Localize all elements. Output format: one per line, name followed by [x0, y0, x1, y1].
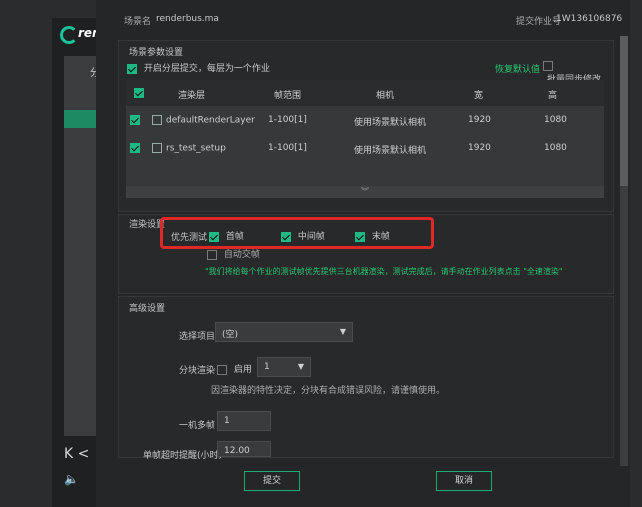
layer-submit-checkbox[interactable] — [127, 63, 137, 74]
chunk-enable-option[interactable]: 启用 — [217, 362, 252, 375]
app-logo: ren — [56, 22, 101, 44]
row-layer: defaultRenderLayer — [166, 115, 255, 126]
multi-frame-label: 一机多帧 — [179, 421, 216, 431]
job-id-label: 提交作业号 — [516, 17, 562, 27]
row-layer: rs_test_setup — [166, 143, 226, 154]
advanced-section: 高级设置 选择项目 (空) ▼ 分块渲染 启用 1 ▼ 因渲染器的特性决定，分块… — [118, 296, 614, 461]
auto-submit-label: 自动交帧 — [223, 250, 260, 260]
render-layer-icon — [152, 143, 162, 153]
table-row[interactable]: defaultRenderLayer 1-100[1] 使用场景默认相机 192… — [126, 106, 604, 134]
speaker-icon[interactable]: 🔈 — [64, 472, 79, 486]
advanced-title: 高级设置 — [129, 304, 166, 314]
render-layer-table: 渲染层 帧范围 相机 宽 高 defaultRenderLayer 1-100[… — [126, 80, 604, 198]
row-width: 1920 — [468, 115, 491, 125]
chunk-enable-label: 启用 — [233, 365, 252, 375]
row-camera: 使用场景默认相机 — [354, 118, 427, 128]
table-row[interactable]: rs_test_setup 1-100[1] 使用场景默认相机 1920 108… — [126, 134, 604, 162]
scene-params-title: 场景参数设置 — [129, 48, 184, 58]
restore-default-link[interactable]: 恢复默认值 — [495, 62, 540, 75]
render-layer-icon — [152, 115, 162, 125]
batch-sync-checkbox[interactable] — [543, 61, 553, 71]
logo-ring-icon — [60, 26, 78, 44]
select-all-checkbox[interactable] — [134, 88, 144, 98]
table-header: 渲染层 帧范围 相机 宽 高 — [126, 80, 604, 106]
playback-controls[interactable]: K < — [64, 446, 89, 462]
chunk-enable-checkbox[interactable] — [217, 364, 227, 375]
header-layer: 渲染层 — [178, 91, 206, 101]
row-checkbox[interactable] — [130, 143, 140, 153]
caret-down-icon: ▼ — [297, 362, 304, 371]
chevrons-down-icon[interactable]: ︾ — [126, 186, 604, 198]
highlight-box — [160, 217, 434, 249]
row-checkbox[interactable] — [130, 115, 140, 125]
multi-frame-value: 1 — [224, 416, 230, 426]
scene-name-value: renderbus.ma — [156, 14, 219, 24]
row-frames: 1-100[1] — [268, 115, 307, 125]
header-frames: 帧范围 — [274, 91, 302, 101]
chunk-note: 因渲染器的特性决定，分块有合成错误风险，请谨慎使用。 — [211, 386, 446, 396]
timeout-input[interactable]: 12.00 — [217, 441, 271, 457]
row-height: 1080 — [544, 143, 567, 153]
select-project-dropdown[interactable]: (空) ▼ — [215, 322, 353, 342]
cancel-button[interactable]: 取消 — [436, 471, 492, 491]
job-id-value: 1W136106876 — [556, 14, 623, 24]
dialog-footer — [96, 462, 630, 507]
row-width: 1920 — [468, 143, 491, 153]
header-camera: 相机 — [376, 91, 395, 101]
dialog-scrollbar-thumb[interactable] — [620, 36, 628, 186]
scene-name-label: 场景名 — [124, 17, 152, 27]
caret-down-icon: ▼ — [339, 327, 346, 336]
priority-note: "我们将给每个作业的测试帧优先提供三台机器渲染，测试完成后，请手动在作业列表点击… — [205, 267, 563, 276]
multi-frame-input[interactable]: 1 — [217, 411, 271, 431]
submit-button[interactable]: 提交 — [244, 471, 300, 491]
chunk-render-label: 分块渲染 — [179, 366, 216, 376]
select-project-value: (空) — [222, 330, 239, 340]
timeout-label: 单帧超时提醒(小时) — [143, 451, 223, 461]
row-frames: 1-100[1] — [268, 143, 307, 153]
header-width: 宽 — [474, 91, 484, 101]
auto-submit-checkbox[interactable] — [207, 249, 217, 260]
layer-submit-label: 开启分层提交，每层为一个作业 — [143, 64, 270, 74]
chunk-count-value: 1 — [264, 362, 270, 372]
header-height: 高 — [548, 91, 558, 101]
timeout-value: 12.00 — [224, 446, 250, 456]
layer-submit-option[interactable]: 开启分层提交，每层为一个作业 — [127, 61, 270, 74]
chunk-count-dropdown[interactable]: 1 ▼ — [257, 357, 311, 377]
row-camera: 使用场景默认相机 — [354, 146, 427, 156]
select-project-label: 选择项目 — [179, 332, 216, 342]
row-height: 1080 — [544, 115, 567, 125]
